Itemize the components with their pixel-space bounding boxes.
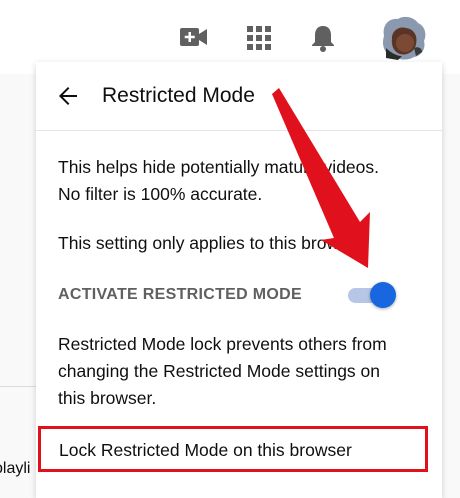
lock-description-line: this browser.: [58, 388, 157, 408]
lock-restricted-mode-label: Lock Restricted Mode on this browser: [59, 440, 352, 460]
activate-restricted-mode-label: ACTIVATE RESTRICTED MODE: [58, 286, 302, 303]
panel-header: Restricted Mode: [36, 62, 442, 131]
page-background: [0, 74, 36, 498]
restricted-mode-panel: Restricted Mode This helps hide potentia…: [36, 62, 442, 498]
divider: [0, 386, 36, 387]
lock-description-line: changing the Restricted Mode settings on: [58, 361, 380, 381]
bell-icon[interactable]: [311, 24, 335, 52]
video-camera-plus-icon[interactable]: [180, 26, 208, 48]
description: This helps hide potentially mature video…: [58, 154, 428, 208]
lock-description: Restricted Mode lock prevents others fro…: [58, 331, 428, 412]
arrow-left-icon[interactable]: [56, 84, 80, 108]
panel-title: Restricted Mode: [102, 84, 255, 107]
restricted-mode-toggle[interactable]: [348, 282, 398, 308]
background-partial-text: playli: [0, 460, 31, 477]
lock-restricted-mode-button[interactable]: Lock Restricted Mode on this browser: [38, 426, 428, 472]
avatar[interactable]: [378, 14, 428, 60]
apps-grid-icon[interactable]: [247, 26, 271, 50]
scope-note: This setting only applies to this browse…: [58, 233, 368, 253]
lock-description-line: Restricted Mode lock prevents others fro…: [58, 334, 387, 354]
description-line: No filter is 100% accurate.: [58, 184, 263, 204]
description-line: This helps hide potentially mature video…: [58, 157, 380, 177]
toggle-knob: [370, 282, 396, 308]
